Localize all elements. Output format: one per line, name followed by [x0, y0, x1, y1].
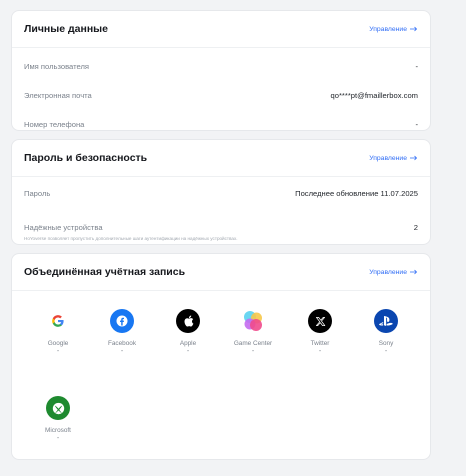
provider-status: -	[384, 348, 388, 355]
card-title: Личные данные	[24, 23, 108, 35]
google-icon	[46, 309, 70, 333]
manage-label: Управление	[369, 25, 407, 33]
provider-name: Sony	[378, 340, 394, 347]
email-row: Электронная почта qo****pt@fmaillerbox.c…	[12, 81, 430, 110]
personal-data-header: Личные данные Управление	[12, 11, 430, 48]
providers-grid: Google - Facebook - Apple - Game Center …	[12, 291, 430, 463]
linked-accounts-header: Объединённая учётная запись Управление	[12, 254, 430, 291]
manage-label: Управление	[369, 268, 407, 276]
trusted-devices-hint: HoYoverse позволяет пропустить дополните…	[24, 236, 238, 241]
phone-row: Номер телефона -	[12, 110, 430, 139]
security-card: Пароль и безопасность Управление Пароль …	[11, 139, 431, 245]
provider-status: -	[56, 435, 60, 442]
linked-accounts-card: Объединённая учётная запись Управление G…	[11, 253, 431, 460]
manage-link[interactable]: Управление	[369, 269, 418, 276]
manage-label: Управление	[369, 154, 407, 162]
game-center-icon	[241, 309, 265, 333]
email-label: Электронная почта	[24, 91, 92, 100]
arrow-right-icon	[410, 155, 418, 161]
arrow-right-icon	[410, 26, 418, 32]
email-value: qo****pt@fmaillerbox.com	[330, 91, 418, 100]
x-icon	[308, 309, 332, 333]
provider-name: Apple	[179, 340, 197, 347]
security-header: Пароль и безопасность Управление	[12, 140, 430, 177]
manage-link[interactable]: Управление	[369, 26, 418, 33]
provider-status: -	[56, 348, 60, 355]
provider-name: Game Center	[233, 340, 273, 347]
phone-value: -	[415, 120, 418, 129]
provider-status: -	[318, 348, 322, 355]
provider-name: Twitter	[310, 340, 330, 347]
xbox-icon	[46, 396, 70, 420]
phone-label: Номер телефона	[24, 120, 85, 129]
provider-status: -	[120, 348, 124, 355]
manage-link[interactable]: Управление	[369, 155, 418, 162]
provider-sony[interactable]: Sony -	[356, 309, 416, 355]
provider-game-center[interactable]: Game Center -	[223, 309, 283, 355]
provider-status: -	[251, 348, 255, 355]
personal-data-card: Личные данные Управление Имя пользовател…	[11, 10, 431, 131]
provider-apple[interactable]: Apple -	[158, 309, 218, 355]
username-label: Имя пользователя	[24, 62, 89, 71]
provider-google[interactable]: Google -	[28, 309, 88, 355]
password-label: Пароль	[24, 189, 51, 198]
provider-name: Facebook	[107, 340, 137, 347]
apple-icon	[176, 309, 200, 333]
card-title: Пароль и безопасность	[24, 152, 148, 164]
password-row: Пароль Последнее обновление 11.07.2025	[12, 179, 430, 208]
provider-name: Google	[47, 340, 69, 347]
provider-name: Microsoft	[45, 427, 71, 434]
card-title: Объединённая учётная запись	[24, 266, 186, 278]
username-row: Имя пользователя -	[12, 52, 430, 81]
provider-twitter[interactable]: Twitter -	[290, 309, 350, 355]
provider-facebook[interactable]: Facebook -	[92, 309, 152, 355]
arrow-right-icon	[410, 269, 418, 275]
trusted-devices-label: Надёжные устройства	[24, 223, 103, 232]
username-value: -	[415, 62, 418, 71]
provider-status: -	[186, 348, 190, 355]
facebook-icon	[110, 309, 134, 333]
trusted-devices-value: 2	[413, 223, 418, 232]
playstation-icon	[374, 309, 398, 333]
password-value: Последнее обновление 11.07.2025	[295, 189, 418, 198]
provider-microsoft[interactable]: Microsoft -	[28, 396, 88, 442]
